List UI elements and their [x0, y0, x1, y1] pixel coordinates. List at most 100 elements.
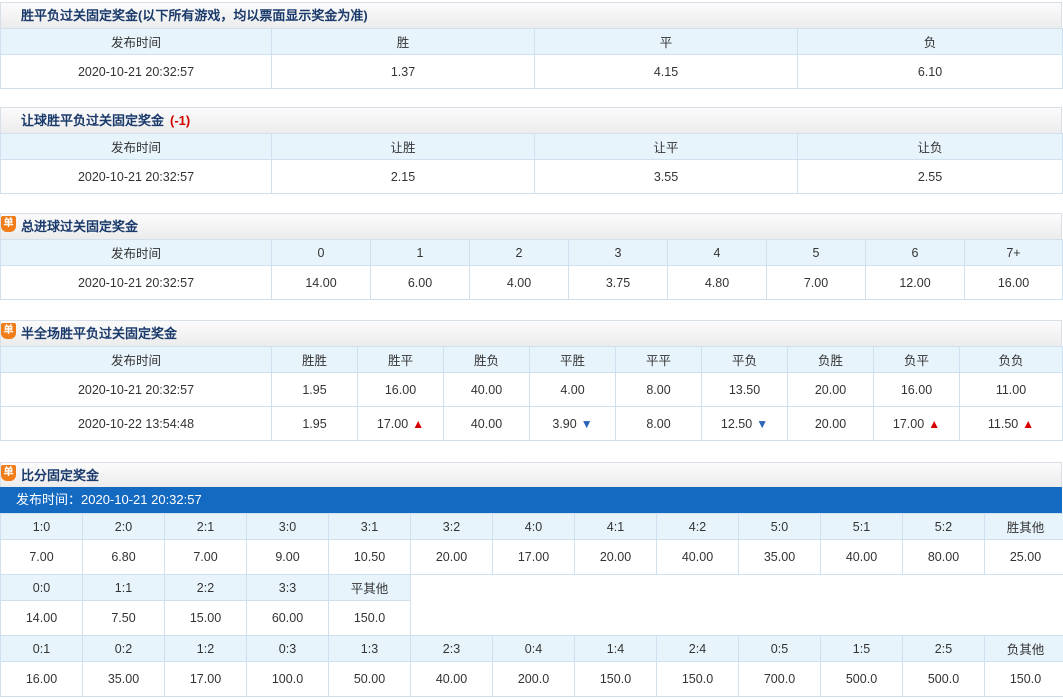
- score-header-cell: 0:3: [246, 635, 329, 662]
- header-cell: 平平: [615, 346, 702, 373]
- handicap-value: (-1): [170, 113, 191, 128]
- table-header-row: 0:0 1:1 2:2 3:3 平其他: [0, 574, 411, 601]
- odds-cell: 4.80: [667, 265, 767, 300]
- publish-time-cell: 2020-10-22 13:54:48: [0, 406, 272, 441]
- header-cell: 发布时间: [0, 239, 272, 266]
- score-header-cell: 3:0: [246, 513, 329, 540]
- table-score-loss: 0:1 0:2 1:2 0:3 1:3 2:3 0:4 1:4 2:4 0:5 …: [0, 635, 1063, 697]
- odds-cell: 12.50 ▼: [701, 406, 788, 441]
- table-row: 2020-10-22 13:54:48 1.95 17.00 ▲ 40.00 3.…: [0, 406, 1063, 441]
- score-header-cell: 0:4: [492, 635, 575, 662]
- odds-cell: 11.50 ▲: [959, 406, 1063, 441]
- header-cell: 1: [370, 239, 470, 266]
- up-arrow-icon: ▲: [412, 416, 425, 431]
- table-row: 14.00 7.50 15.00 60.00 150.0: [0, 600, 411, 636]
- odds-cell: 500.0: [902, 661, 985, 697]
- odds-cell: 17.00 ▲: [357, 406, 444, 441]
- score-header-cell: 0:1: [0, 635, 83, 662]
- header-cell: 让负: [797, 133, 1063, 160]
- odds-cell: 8.00: [615, 372, 702, 407]
- odds-cell: 35.00: [738, 539, 821, 575]
- score-header-cell: 5:1: [820, 513, 903, 540]
- section-title-text: 总进球过关固定奖金: [21, 219, 139, 234]
- odds-cell: 4.00: [469, 265, 569, 300]
- score-header-cell: 2:5: [902, 635, 985, 662]
- header-cell: 负胜: [787, 346, 874, 373]
- table-row: 16.00 35.00 17.00 100.0 50.00 40.00 200.…: [0, 661, 1063, 697]
- odds-cell: 200.0: [492, 661, 575, 697]
- table-score-win: 1:0 2:0 2:1 3:0 3:1 3:2 4:0 4:1 4:2 5:0 …: [0, 513, 1063, 575]
- score-header-cell: 负其他: [984, 635, 1063, 662]
- odds-cell: 13.50: [701, 372, 788, 407]
- score-header-cell: 0:5: [738, 635, 821, 662]
- odds-value: 20.00: [814, 416, 847, 431]
- odds-cell: 7.00: [164, 539, 247, 575]
- header-cell: 发布时间: [0, 346, 272, 373]
- score-header-cell: 4:0: [492, 513, 575, 540]
- odds-cell: 40.00: [443, 372, 530, 407]
- table-header-row: 0:1 0:2 1:2 0:3 1:3 2:3 0:4 1:4 2:4 0:5 …: [0, 635, 1063, 662]
- odds-cell: 7.00: [0, 539, 83, 575]
- table-header-row: 发布时间 胜胜 胜平 胜负 平胜 平平 平负 负胜 负平 负负: [0, 346, 1063, 373]
- odds-cell: 7.00: [766, 265, 866, 300]
- odds-value: 17.00: [892, 416, 925, 431]
- odds-cell: 25.00: [984, 539, 1063, 575]
- table-half-full: 发布时间 胜胜 胜平 胜负 平胜 平平 平负 负胜 负平 负负 2020-10-…: [0, 346, 1063, 441]
- odds-cell: 150.0: [328, 600, 411, 636]
- single-badge-icon: 单: [1, 465, 16, 481]
- score-header-cell: 2:1: [164, 513, 247, 540]
- odds-value: 40.00: [470, 416, 503, 431]
- table-score-draw: 0:0 1:1 2:2 3:3 平其他 14.00 7.50 15.00 60.…: [0, 574, 411, 636]
- table-row: 2020-10-21 20:32:57 1.95 16.00 40.00 4.0…: [0, 372, 1063, 407]
- odds-cell: 16.00: [964, 265, 1063, 300]
- header-cell: 3: [568, 239, 668, 266]
- odds-cell: 6.80: [82, 539, 165, 575]
- odds-cell: 7.50: [82, 600, 165, 636]
- header-cell: 让胜: [271, 133, 535, 160]
- odds-cell: 700.0: [738, 661, 821, 697]
- score-header-cell: 2:0: [82, 513, 165, 540]
- section-title-text: 半全场胜平负过关固定奖金: [21, 326, 178, 341]
- section-title-half-full: 单 半全场胜平负过关固定奖金: [0, 320, 1062, 346]
- odds-cell: 20.00: [574, 539, 657, 575]
- header-cell: 负负: [959, 346, 1063, 373]
- odds-cell: 4.15: [534, 54, 798, 89]
- odds-cell: 60.00: [246, 600, 329, 636]
- score-header-cell: 1:2: [164, 635, 247, 662]
- table-handicap: 发布时间 让胜 让平 让负 2020-10-21 20:32:57 2.15 3…: [0, 133, 1063, 194]
- odds-cell: 40.00: [656, 539, 739, 575]
- header-cell: 7+: [964, 239, 1063, 266]
- score-header-cell: 1:3: [328, 635, 411, 662]
- odds-cell: 500.0: [820, 661, 903, 697]
- section-title-handicap: 让球胜平负过关固定奖金 (-1): [0, 107, 1062, 133]
- odds-cell: 40.00: [410, 661, 493, 697]
- odds-cell: 150.0: [656, 661, 739, 697]
- odds-cell: 40.00: [820, 539, 903, 575]
- table-row: 7.00 6.80 7.00 9.00 10.50 20.00 17.00 20…: [0, 539, 1063, 575]
- odds-cell: 50.00: [328, 661, 411, 697]
- odds-cell: 14.00: [271, 265, 371, 300]
- odds-value: 17.00: [376, 416, 409, 431]
- score-header-cell: 1:4: [574, 635, 657, 662]
- score-header-cell: 1:1: [82, 574, 165, 601]
- header-cell: 5: [766, 239, 866, 266]
- odds-cell: 1.37: [271, 54, 535, 89]
- odds-value: 8.00: [646, 416, 671, 431]
- score-header-cell: 1:5: [820, 635, 903, 662]
- single-badge-icon: 单: [1, 323, 16, 339]
- score-header-cell: 1:0: [0, 513, 83, 540]
- publish-time-cell: 2020-10-21 20:32:57: [0, 54, 272, 89]
- header-cell: 平负: [701, 346, 788, 373]
- odds-cell: 80.00: [902, 539, 985, 575]
- single-badge-icon: 单: [1, 216, 16, 232]
- up-arrow-icon: ▲: [1022, 416, 1035, 431]
- odds-cell: 3.90 ▼: [529, 406, 616, 441]
- odds-cell: 1.95: [271, 372, 358, 407]
- header-cell: 让平: [534, 133, 798, 160]
- odds-cell: 9.00: [246, 539, 329, 575]
- publish-time-cell: 2020-10-21 20:32:57: [0, 265, 272, 300]
- section-title-total-goals: 单 总进球过关固定奖金: [0, 213, 1062, 239]
- score-header-cell: 5:0: [738, 513, 821, 540]
- header-cell: 平胜: [529, 346, 616, 373]
- odds-cell: 4.00: [529, 372, 616, 407]
